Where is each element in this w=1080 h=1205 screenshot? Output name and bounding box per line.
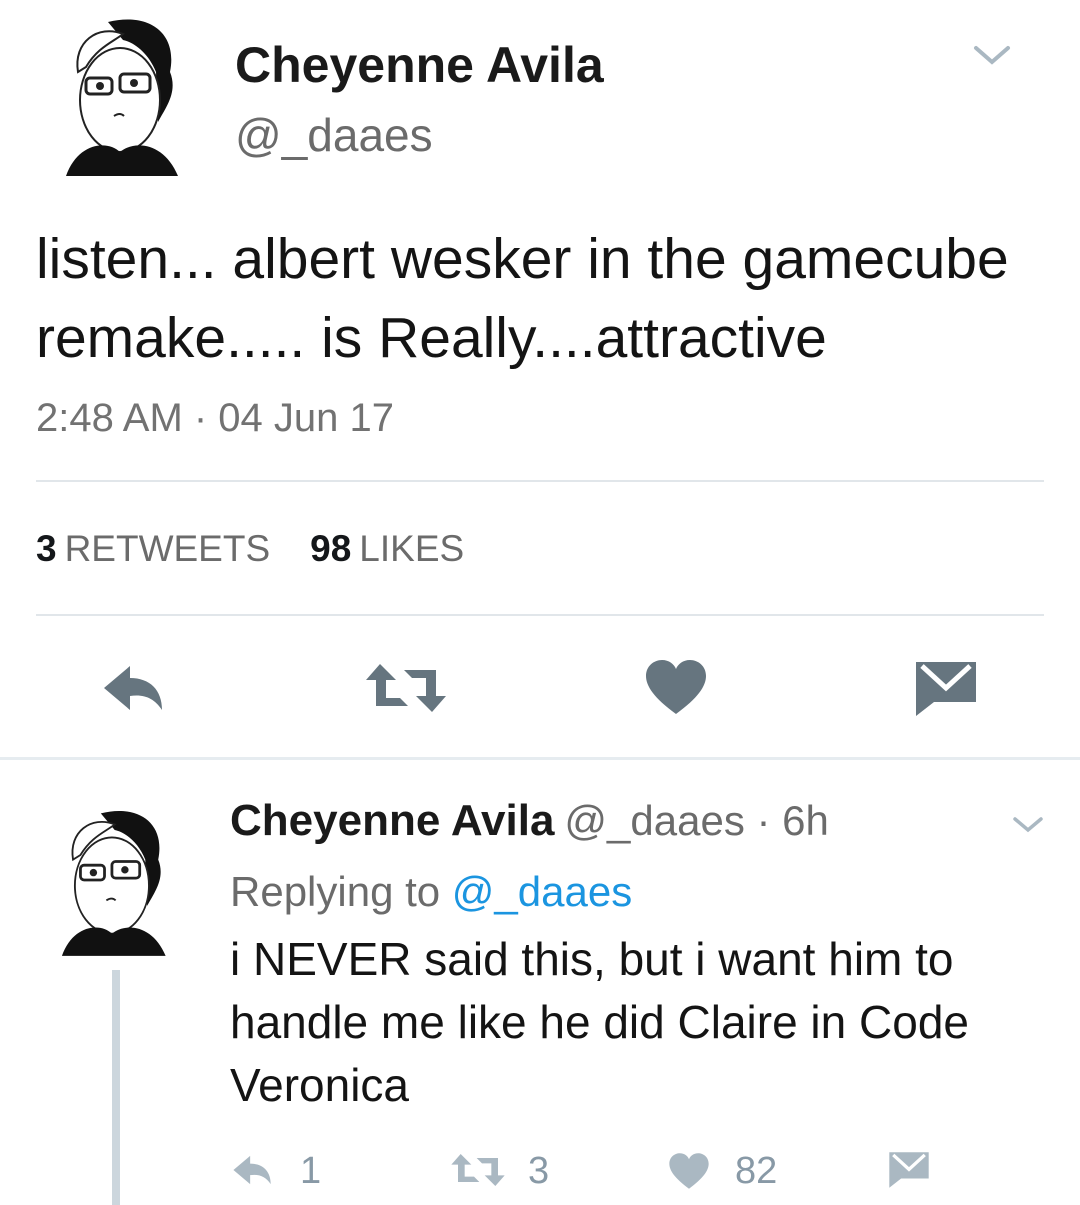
like-icon[interactable] (644, 658, 708, 716)
retweet-count: 3 (528, 1150, 550, 1192)
divider (36, 480, 1044, 482)
replying-to: Replying to @_daaes (230, 868, 633, 915)
reply-author-name[interactable]: Cheyenne Avila (230, 796, 554, 845)
reply-meta: @_daaes · 6h (564, 797, 829, 844)
tweet-timestamp: 2:48 AM · 04 Jun 17 (36, 396, 395, 440)
retweet-icon[interactable] (450, 1152, 506, 1188)
chevron-down-icon[interactable] (1010, 814, 1046, 836)
reply-icon[interactable] (230, 1152, 278, 1188)
like-icon[interactable] (668, 1152, 710, 1190)
reply-author-row: Cheyenne Avila @_daaes · 6h (230, 796, 829, 846)
likes-stat[interactable]: 98 LIKES (310, 528, 464, 569)
direct-message-icon[interactable] (914, 660, 978, 718)
tweet-text: listen... albert wesker in the gamecube … (36, 227, 1009, 370)
direct-message-icon[interactable] (888, 1150, 930, 1190)
reply-author-avatar[interactable] (36, 798, 186, 962)
author-handle[interactable]: @_daaes (235, 108, 433, 162)
reply-count: 1 (300, 1150, 322, 1192)
divider (36, 614, 1044, 616)
author-avatar[interactable] (38, 12, 200, 176)
retweets-stat[interactable]: 3 RETWEETS (36, 528, 270, 569)
author-name[interactable]: Cheyenne Avila (235, 36, 604, 94)
tweet-stats: 3 RETWEETS 98 LIKES (36, 528, 464, 570)
chevron-down-icon[interactable] (968, 40, 1016, 70)
retweet-icon[interactable] (364, 662, 448, 714)
like-count: 82 (735, 1150, 778, 1192)
thread-line (112, 970, 120, 1205)
replying-to-link[interactable]: @_daaes (452, 868, 632, 915)
reply-text: i NEVER said this, but i want him to han… (230, 933, 969, 1111)
section-separator (0, 757, 1080, 760)
reply-icon[interactable] (100, 660, 172, 716)
